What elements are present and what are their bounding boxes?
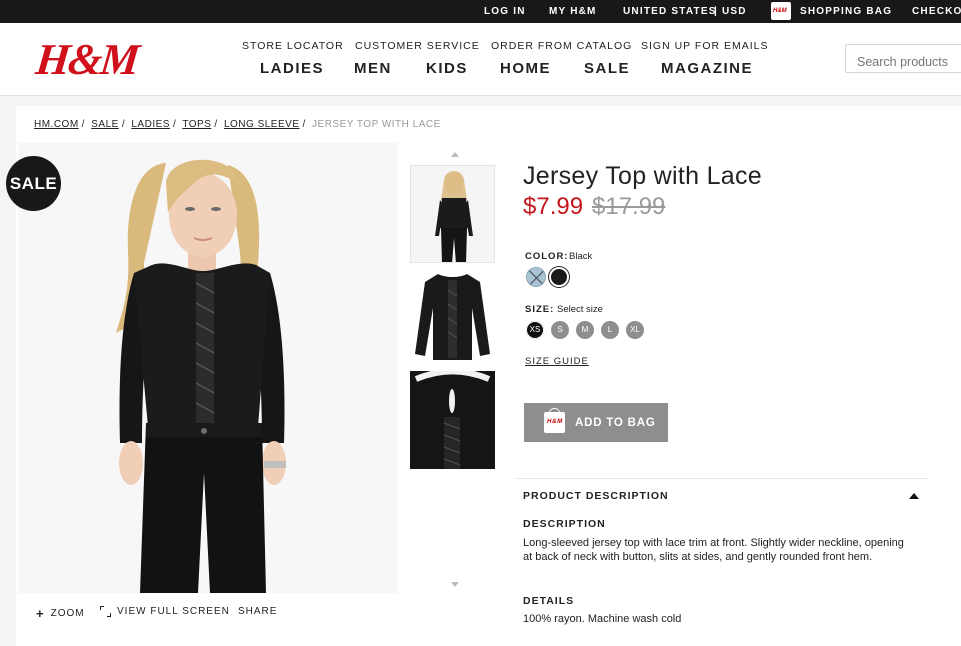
section-divider	[515, 478, 928, 479]
breadcrumb-hm-com[interactable]: HM.COM	[34, 119, 79, 130]
size-option-xl[interactable]: XL	[626, 321, 644, 339]
main-product-image[interactable]	[18, 143, 398, 593]
size-option-m[interactable]: M	[576, 321, 594, 339]
site-header: H&M STORE LOCATOR CUSTOMER SERVICE ORDER…	[0, 23, 961, 96]
zoom-button[interactable]: + ZOOM	[36, 606, 85, 621]
shopping-bag-icon[interactable]	[771, 2, 791, 20]
thumbnail-2[interactable]	[410, 268, 495, 366]
details-heading: DETAILS	[523, 595, 575, 607]
store-locator-link[interactable]: STORE LOCATOR	[242, 40, 344, 52]
nav-kids[interactable]: KIDS	[426, 60, 468, 77]
color-label: COLOR:	[525, 251, 569, 262]
size-option-xs[interactable]: XS	[526, 321, 544, 339]
thumbnail-3[interactable]	[410, 371, 495, 469]
nav-sale[interactable]: SALE	[584, 60, 630, 77]
currency-label[interactable]: | USD	[714, 6, 747, 17]
original-price: $17.99	[592, 193, 666, 220]
caret-up-icon[interactable]	[909, 493, 919, 499]
thumb-scroll-up-icon[interactable]	[451, 152, 459, 157]
nav-home[interactable]: HOME	[500, 60, 551, 77]
nav-ladies[interactable]: LADIES	[260, 60, 324, 77]
region-selector[interactable]: UNITED STATES	[623, 6, 717, 17]
color-swatch-light-blue-unavailable[interactable]	[526, 267, 546, 287]
model-illustration	[116, 159, 286, 593]
color-swatch-black[interactable]	[549, 267, 569, 287]
description-text: Long-sleeved jersey top with lace trim a…	[523, 537, 904, 563]
add-to-bag-button[interactable]: ADD TO BAG	[524, 403, 668, 442]
thumbnail-1[interactable]	[410, 165, 495, 263]
share-button[interactable]: SHARE	[238, 606, 277, 617]
checkout-link[interactable]: CHECKOUT	[912, 6, 961, 17]
product-title: Jersey Top with Lace	[523, 162, 762, 190]
top-utility-bar: LOG IN MY H&M UNITED STATES | USD SHOPPI…	[0, 0, 961, 23]
details-text: 100% rayon. Machine wash cold	[523, 613, 682, 625]
customer-service-link[interactable]: CUSTOMER SERVICE	[355, 40, 480, 52]
sale-price: $7.99	[523, 193, 584, 220]
breadcrumb-long-sleeve[interactable]: LONG SLEEVE	[224, 119, 300, 130]
zoom-label: ZOOM	[50, 608, 85, 619]
sign-up-emails-link[interactable]: SIGN UP FOR EMAILS	[641, 40, 769, 52]
breadcrumb: HM.COM / SALE / LADIES / TOPS / LONG SLEEVE /…	[34, 119, 441, 130]
login-link[interactable]: LOG IN	[484, 6, 526, 17]
shopping-bag-icon	[544, 408, 565, 433]
breadcrumb-ladies[interactable]: LADIES	[131, 119, 170, 130]
color-value: Black	[569, 251, 593, 262]
size-option-l[interactable]: L	[601, 321, 619, 339]
breadcrumb-sale[interactable]: SALE	[91, 119, 119, 130]
add-to-bag-label: ADD TO BAG	[575, 416, 656, 429]
product-description-toggle[interactable]: PRODUCT DESCRIPTION	[523, 490, 669, 502]
fullscreen-icon	[100, 606, 111, 617]
share-label: SHARE	[238, 606, 278, 617]
nav-men[interactable]: MEN	[354, 60, 392, 77]
breadcrumb-current: JERSEY TOP WITH LACE	[312, 119, 441, 130]
my-hm-link[interactable]: MY H&M	[549, 6, 597, 17]
nav-magazine[interactable]: MAGAZINE	[661, 60, 753, 77]
thumb-scroll-down-icon[interactable]	[451, 582, 459, 587]
size-value: Select size	[557, 304, 603, 315]
description-heading: DESCRIPTION	[523, 518, 606, 530]
size-option-s[interactable]: S	[551, 321, 569, 339]
order-from-catalog-link[interactable]: ORDER FROM CATALOG	[491, 40, 632, 52]
size-guide-link[interactable]: SIZE GUIDE	[525, 356, 589, 367]
view-full-screen-button[interactable]: VIEW FULL SCREEN	[100, 606, 230, 617]
search-input[interactable]	[845, 44, 961, 73]
plus-icon: +	[36, 606, 45, 621]
shopping-bag-link[interactable]: SHOPPING BAG	[800, 6, 892, 17]
size-label: SIZE:	[525, 304, 555, 315]
breadcrumb-tops[interactable]: TOPS	[182, 119, 211, 130]
hm-logo[interactable]: H&M	[33, 34, 140, 85]
fullscreen-label: VIEW FULL SCREEN	[117, 606, 230, 617]
sale-badge: SALE	[6, 156, 61, 211]
